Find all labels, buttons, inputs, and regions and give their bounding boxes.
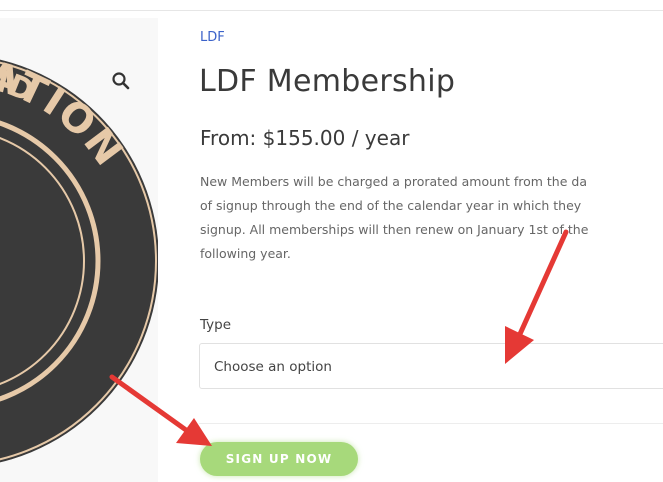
description-line: of signup through the end of the calenda… [200, 198, 582, 213]
product-image-gallery[interactable]: ASSOCIATION UND [0, 18, 158, 482]
top-divider [0, 10, 663, 11]
variation-type-label: Type [200, 317, 232, 333]
variations-divider [199, 423, 663, 424]
product-title: LDF Membership [199, 64, 456, 99]
description-line: signup. All memberships will then renew … [200, 222, 589, 237]
magnifier-icon [112, 72, 130, 90]
association-seal-image: ASSOCIATION UND [0, 54, 158, 463]
zoom-button[interactable] [106, 66, 136, 96]
sign-up-now-button[interactable]: SIGN UP NOW [200, 442, 358, 476]
description-line: New Members will be charged a prorated a… [200, 174, 587, 189]
variation-selected-option: Choose an option [214, 359, 332, 375]
breadcrumb-category-link[interactable]: LDF [200, 30, 225, 45]
product-price: From: $155.00 / year [200, 126, 410, 150]
variation-type-select[interactable]: Choose an option [199, 343, 663, 389]
description-line: following year. [200, 246, 291, 261]
product-description: New Members will be charged a prorated a… [200, 170, 663, 266]
